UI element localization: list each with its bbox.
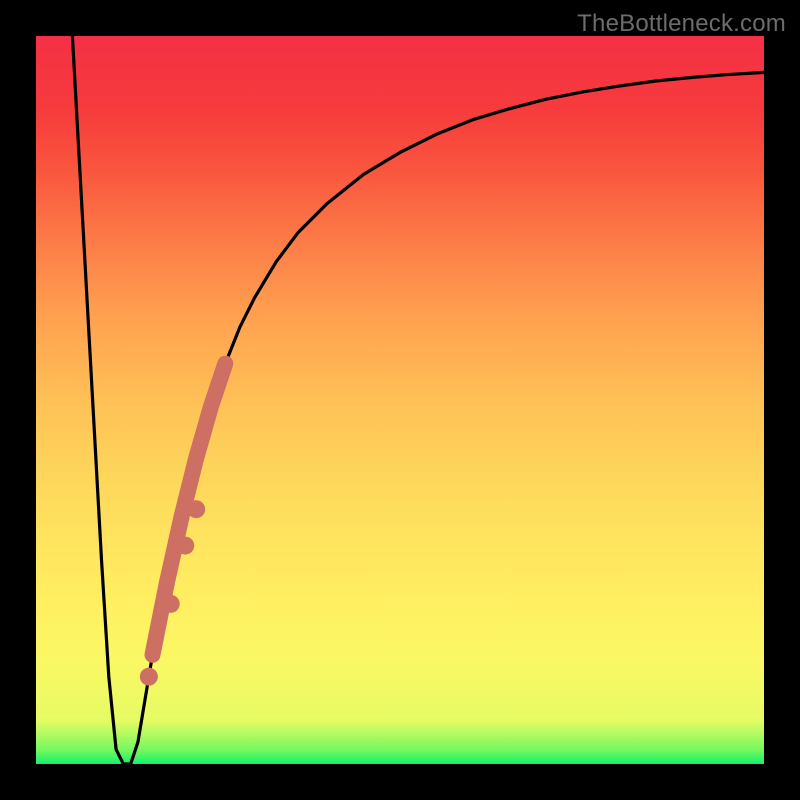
watermark-text: TheBottleneck.com: [577, 10, 786, 38]
chart-marker: [162, 595, 180, 613]
chart-marker: [140, 668, 158, 686]
chart-svg: [36, 36, 764, 764]
chart-plot-area: [36, 36, 764, 764]
chart-marker: [187, 500, 205, 518]
chart-curve: [72, 36, 764, 764]
chart-marker: [176, 537, 194, 555]
chart-canvas: TheBottleneck.com: [0, 0, 800, 800]
